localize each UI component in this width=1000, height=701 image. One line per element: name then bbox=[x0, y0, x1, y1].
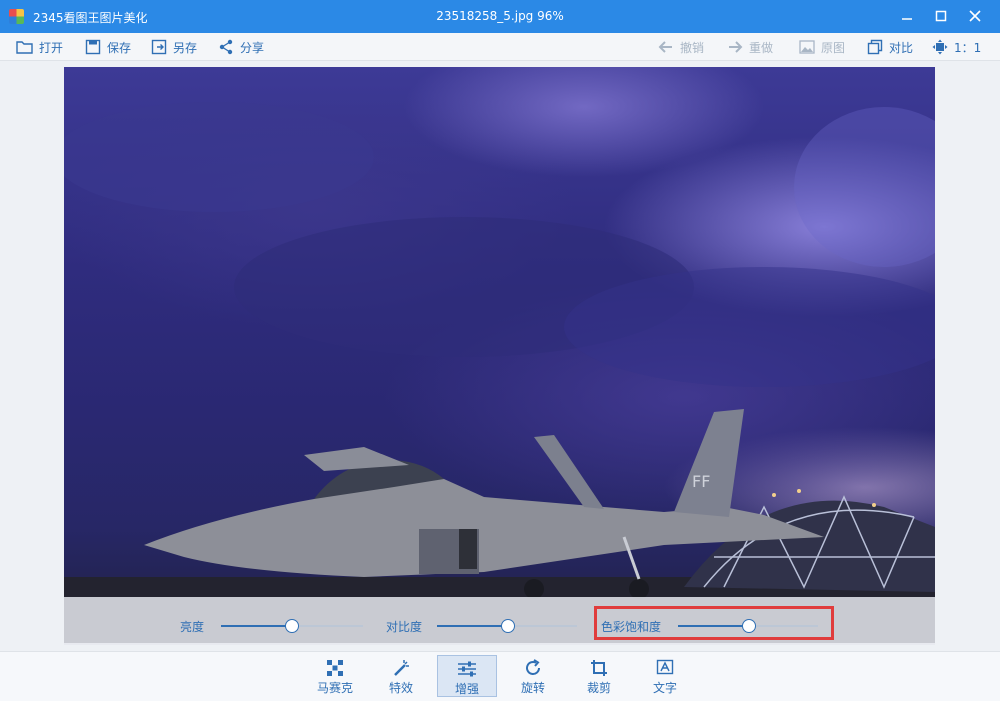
save-as-button[interactable]: 另存 bbox=[150, 37, 197, 57]
toolbar: 打开 保存 另存 分享 撤销 重做 原图 对比 1：1 bbox=[0, 33, 1000, 61]
tool-text[interactable]: 文字 bbox=[635, 655, 695, 697]
compare-button[interactable]: 对比 bbox=[866, 37, 913, 57]
contrast-knob[interactable] bbox=[501, 619, 515, 633]
close-icon bbox=[969, 10, 981, 22]
actual-size-button[interactable]: 1：1 bbox=[931, 37, 981, 57]
share-label: 分享 bbox=[240, 40, 265, 55]
edited-photo: FF bbox=[64, 67, 935, 643]
compare-icon bbox=[866, 38, 884, 56]
original-label: 原图 bbox=[821, 40, 846, 55]
tool-effects[interactable]: 特效 bbox=[371, 655, 431, 697]
minimize-icon bbox=[902, 18, 912, 20]
maximize-icon bbox=[935, 10, 947, 22]
folder-icon bbox=[16, 38, 34, 56]
redo-label: 重做 bbox=[749, 40, 774, 55]
mosaic-icon bbox=[305, 655, 365, 677]
undo-button[interactable]: 撤销 bbox=[657, 37, 704, 57]
brightness-track-filled bbox=[221, 625, 291, 627]
original-button[interactable]: 原图 bbox=[798, 37, 845, 57]
brightness-knob[interactable] bbox=[285, 619, 299, 633]
tool-mosaic-label: 马赛克 bbox=[316, 681, 353, 695]
share-button[interactable]: 分享 bbox=[217, 37, 264, 57]
actual-size-label: 1：1 bbox=[954, 40, 982, 55]
tool-enhance-label: 增强 bbox=[454, 682, 479, 696]
maximize-button[interactable] bbox=[930, 6, 952, 26]
brightness-track bbox=[291, 625, 363, 627]
redo-button[interactable]: 重做 bbox=[726, 37, 773, 57]
tool-mosaic[interactable]: 马赛克 bbox=[305, 655, 365, 697]
bottom-toolbar: 马赛克 特效 增强 旋转 裁剪 文字 bbox=[0, 651, 1000, 701]
rotate-icon bbox=[503, 655, 563, 677]
share-icon bbox=[217, 38, 235, 56]
jet-scene: FF bbox=[64, 102, 935, 643]
sliders-icon bbox=[438, 656, 496, 678]
tool-crop[interactable]: 裁剪 bbox=[569, 655, 629, 697]
title-bar: 2345看图王图片美化 23518258_5.jpg 96% bbox=[0, 0, 1000, 33]
undo-label: 撤销 bbox=[680, 40, 705, 55]
contrast-label: 对比度 bbox=[386, 620, 423, 634]
tool-crop-label: 裁剪 bbox=[586, 681, 611, 695]
tool-rotate-label: 旋转 bbox=[520, 681, 545, 695]
save-as-icon bbox=[150, 38, 168, 56]
text-icon bbox=[635, 655, 695, 677]
tool-enhance[interactable]: 增强 bbox=[437, 655, 497, 697]
save-as-label: 另存 bbox=[173, 40, 198, 55]
open-button[interactable]: 打开 bbox=[16, 37, 63, 57]
tool-rotate[interactable]: 旋转 bbox=[503, 655, 563, 697]
open-label: 打开 bbox=[39, 40, 64, 55]
saturation-highlight-box bbox=[594, 606, 834, 640]
tool-effects-label: 特效 bbox=[388, 681, 413, 695]
save-label: 保存 bbox=[107, 40, 132, 55]
tool-text-label: 文字 bbox=[652, 681, 677, 695]
compare-label: 对比 bbox=[889, 40, 914, 55]
image-icon bbox=[798, 38, 816, 56]
redo-icon bbox=[726, 38, 744, 56]
brightness-label: 亮度 bbox=[180, 620, 205, 634]
fit-screen-icon bbox=[931, 38, 949, 56]
image-canvas: FF 亮度 对比度 色彩饱和度 bbox=[0, 61, 1000, 651]
undo-icon bbox=[657, 38, 675, 56]
contrast-track-filled bbox=[437, 625, 507, 627]
crop-icon bbox=[569, 655, 629, 677]
save-icon bbox=[84, 38, 102, 56]
contrast-track bbox=[507, 625, 577, 627]
minimize-button[interactable] bbox=[896, 6, 918, 26]
tail-marking: FF bbox=[692, 472, 710, 491]
document-title: 23518258_5.jpg 96% bbox=[436, 9, 564, 23]
close-button[interactable] bbox=[964, 6, 986, 26]
magic-wand-icon bbox=[371, 655, 431, 677]
save-button[interactable]: 保存 bbox=[84, 37, 131, 57]
